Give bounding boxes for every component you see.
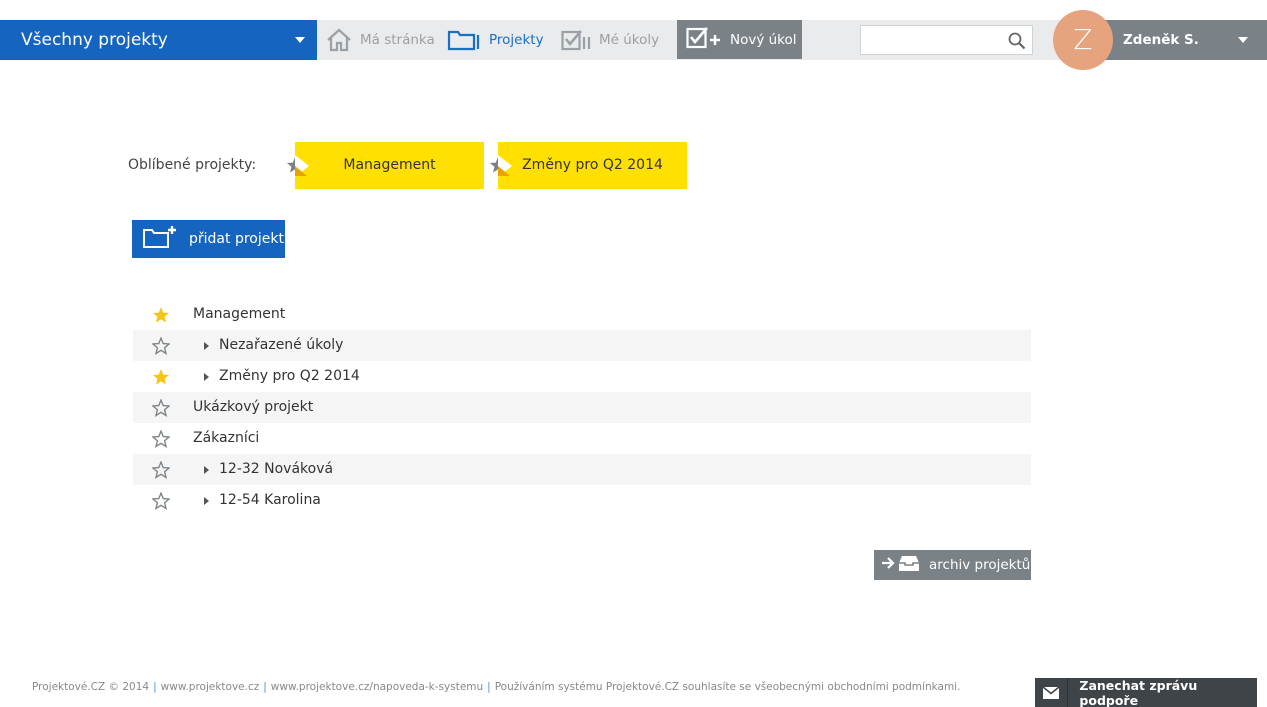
project-row[interactable]: Management [133, 299, 1031, 330]
star-outline-icon[interactable] [151, 429, 171, 452]
star-filled-icon[interactable] [152, 306, 170, 328]
project-row[interactable]: Změny pro Q2 2014 [133, 361, 1031, 392]
archive-label: archiv projektů [929, 557, 1031, 573]
nav-my-tasks-label: Mé úkoly [599, 32, 660, 48]
footer-separator: | [153, 681, 157, 693]
project-name: 12-54 Karolina [219, 492, 321, 508]
project-name: Management [193, 306, 286, 322]
project-selector-label: Všechny projekty [21, 30, 168, 50]
nav-my-tasks[interactable]: Mé úkoly [561, 20, 659, 60]
star-outline-icon[interactable] [151, 460, 171, 483]
chevron-down-icon [295, 37, 305, 43]
add-task-icon [686, 26, 722, 53]
support-label: Zanechat zprávu podpoře [1079, 677, 1198, 707]
footer-link-website[interactable]: www.projektove.cz [161, 681, 260, 693]
footer-separator: | [263, 681, 267, 693]
envelope-icon [1035, 678, 1069, 707]
add-folder-icon [132, 225, 178, 253]
footer-terms: Používáním systému Projektové.CZ souhlas… [494, 681, 961, 693]
expand-arrow-icon[interactable] [204, 373, 209, 381]
new-task-label: Nový úkol [730, 31, 797, 48]
checklist-icon [561, 29, 591, 51]
project-row[interactable]: 12-32 Nováková [133, 454, 1031, 485]
nav-projects[interactable]: Projekty [447, 20, 544, 60]
project-list: Management Nezařazené úkoly Změny pro Q2… [133, 299, 1031, 516]
project-name: Změny pro Q2 2014 [219, 368, 360, 384]
project-name: Nezařazené úkoly [219, 337, 344, 353]
expand-arrow-icon[interactable] [204, 342, 209, 350]
favorite-project-name: Management [343, 157, 436, 173]
star-filled-icon[interactable] [152, 368, 170, 390]
project-row[interactable]: Ukázkový projekt [133, 392, 1031, 423]
support-message-button[interactable]: Zanechat zprávu podpoře [1035, 678, 1257, 707]
footer-link-help[interactable]: www.projektove.cz/napoveda-k-systemu [271, 681, 483, 693]
archive-icon [874, 553, 921, 577]
project-row[interactable]: Zákazníci [133, 423, 1031, 454]
nav-home[interactable]: Má stránka [326, 20, 435, 60]
search-input[interactable] [861, 26, 1001, 54]
favorite-project-name: Změny pro Q2 2014 [522, 157, 663, 173]
chevron-down-icon [1238, 37, 1248, 43]
archive-button[interactable]: archiv projektů [874, 550, 1031, 580]
expand-arrow-icon[interactable] [204, 497, 209, 505]
star-outline-icon[interactable] [151, 336, 171, 359]
add-project-button[interactable]: přidat projekt [132, 220, 285, 258]
footer-copyright: Projektové.CZ © 2014 [32, 681, 150, 693]
nav-projects-label: Projekty [489, 32, 544, 48]
favorite-project-card[interactable]: Změny pro Q2 2014 [498, 142, 687, 189]
star-outline-icon[interactable] [151, 398, 171, 421]
project-selector[interactable]: Všechny projekty [0, 20, 317, 60]
search-icon[interactable] [1008, 32, 1026, 54]
expand-arrow-icon[interactable] [204, 466, 209, 474]
project-row[interactable]: Nezařazené úkoly [133, 330, 1031, 361]
folder-icon [447, 29, 481, 51]
project-name: 12-32 Nováková [219, 461, 334, 477]
new-task-button[interactable]: Nový úkol [677, 20, 802, 59]
footer: Projektové.CZ © 2014 | www.projektove.cz | w… [32, 681, 960, 693]
nav-home-label: Má stránka [360, 32, 435, 48]
favorites-label: Oblíbené projekty: [128, 157, 257, 173]
project-row[interactable]: 12-54 Karolina [133, 485, 1031, 516]
avatar[interactable]: Z [1053, 10, 1113, 70]
footer-separator: | [487, 681, 491, 693]
project-name: Zákazníci [193, 430, 260, 446]
favorite-project-card[interactable]: Management [295, 142, 484, 189]
star-outline-icon[interactable] [151, 491, 171, 514]
search-box [860, 25, 1033, 55]
home-icon [326, 28, 352, 52]
add-project-label: přidat projekt [189, 231, 284, 247]
user-name: Zdeněk S. [1123, 32, 1199, 48]
project-name: Ukázkový projekt [193, 399, 314, 415]
